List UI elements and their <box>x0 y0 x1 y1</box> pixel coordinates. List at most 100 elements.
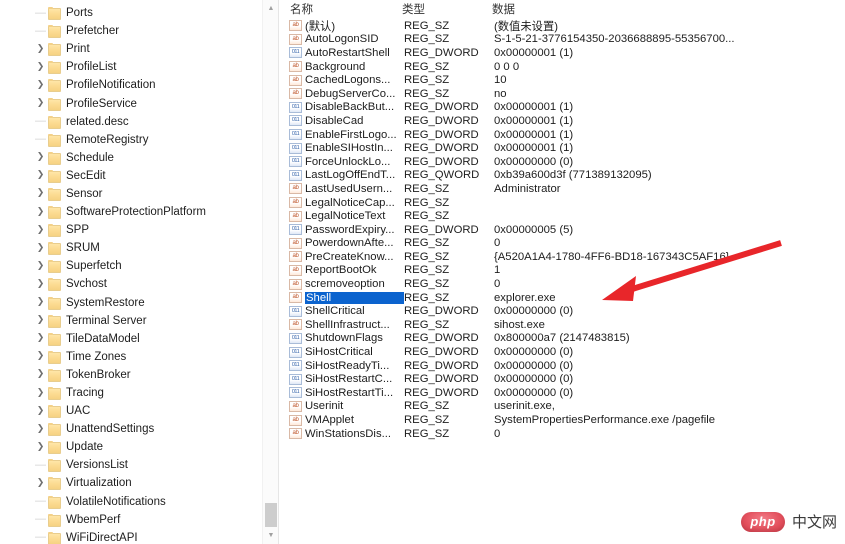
value-row[interactable]: ab LegalNoticeCap... REG_SZ <box>284 196 845 210</box>
chevron-right-icon[interactable]: ❯ <box>34 61 47 71</box>
value-row[interactable]: 011 ForceUnlockLo... REG_DWORD 0x00000000 (… <box>284 155 845 169</box>
tree-item-terminal-server[interactable]: ❯ Terminal Server <box>0 312 278 330</box>
value-row[interactable]: ab PreCreateKnow... REG_SZ {A520A1A4-1780-4… <box>284 250 845 264</box>
value-row[interactable]: 011 SiHostRestartC... REG_DWORD 0x00000000 … <box>284 372 845 386</box>
value-row[interactable]: 011 LastLogOffEndT... REG_QWORD 0xb39a600d3… <box>284 169 845 183</box>
tree-item-uac[interactable]: ❯ UAC <box>0 402 278 420</box>
value-row[interactable]: ab LegalNoticeText REG_SZ <box>284 209 845 223</box>
chevron-right-icon[interactable]: ❯ <box>34 152 47 161</box>
value-row[interactable]: ab Shell REG_SZ explorer.exe <box>284 291 845 305</box>
tree-item-wifidirectapi[interactable]: — WiFiDirectAPI <box>0 529 278 544</box>
value-row[interactable]: 011 ShutdownFlags REG_DWORD 0x800000a7 (214… <box>284 332 845 346</box>
value-row[interactable]: ab scremoveoption REG_SZ 0 <box>284 277 845 291</box>
scrollbar-thumb[interactable] <box>265 503 277 527</box>
value-name: ReportBootOk <box>305 264 377 277</box>
value-row[interactable]: ab ReportBootOk REG_SZ 1 <box>284 264 845 278</box>
value-row[interactable]: ab AutoLogonSID REG_SZ S-1-5-21-3776154350-… <box>284 33 845 47</box>
value-row[interactable]: ab ShellInfrastruct... REG_SZ sihost.exe <box>284 318 845 332</box>
tree-item-unattendsettings[interactable]: ❯ UnattendSettings <box>0 420 278 438</box>
tree-item-profilenotification[interactable]: ❯ ProfileNotification <box>0 76 278 94</box>
value-row[interactable]: 011 SiHostCritical REG_DWORD 0x00000000 (0) <box>284 345 845 359</box>
chevron-right-icon[interactable]: ❯ <box>34 477 47 487</box>
tree-item-srum[interactable]: ❯ SRUM <box>0 239 278 257</box>
tree-item-prefetcher[interactable]: — Prefetcher <box>0 22 278 40</box>
tree-item-secedit[interactable]: ❯ SecEdit <box>0 167 278 185</box>
value-row[interactable]: ab (默认) REG_SZ (数值未设置) <box>284 19 845 33</box>
value-row[interactable]: 011 PasswordExpiry... REG_DWORD 0x00000005 … <box>284 223 845 237</box>
tree-item-sensor[interactable]: ❯ Sensor <box>0 185 278 203</box>
chevron-right-icon[interactable]: ❯ <box>34 441 47 451</box>
tree-item-tracing[interactable]: ❯ Tracing <box>0 384 278 402</box>
column-header-name[interactable]: 名称 <box>284 1 402 17</box>
value-row[interactable]: ab PowerdownAfte... REG_SZ 0 <box>284 237 845 251</box>
folder-icon <box>47 278 61 292</box>
value-row[interactable]: ab WinStationsDis... REG_SZ 0 <box>284 427 845 441</box>
tree-item-virtualization[interactable]: ❯ Virtualization <box>0 474 278 492</box>
tree-vertical-scrollbar[interactable]: ▲ ▼ <box>262 0 278 544</box>
chevron-right-icon[interactable]: ❯ <box>34 387 47 397</box>
column-header-type[interactable]: 类型 <box>402 1 492 17</box>
chevron-right-icon[interactable]: ❯ <box>34 278 47 288</box>
value-row[interactable]: ab DebugServerCo... REG_SZ no <box>284 87 845 101</box>
column-header-data[interactable]: 数据 <box>492 1 845 17</box>
tree-item-related-desc[interactable]: — related.desc <box>0 113 278 131</box>
chevron-right-icon[interactable]: ❯ <box>34 242 47 252</box>
tree-item-volatilenotifications[interactable]: — VolatileNotifications <box>0 493 278 511</box>
tree-item-softwareprotectionplatform[interactable]: ❯ SoftwareProtectionPlatform <box>0 203 278 221</box>
tree-item-ports[interactable]: — Ports <box>0 4 278 22</box>
tree-item-svchost[interactable]: ❯ Svchost <box>0 275 278 293</box>
chevron-right-icon[interactable]: ❯ <box>34 297 47 306</box>
value-list-rows[interactable]: ab (默认) REG_SZ (数值未设置) ab AutoLogonSID REG_SZ S… <box>284 19 845 440</box>
scroll-down-arrow-icon[interactable]: ▼ <box>263 527 278 544</box>
tree-item-time-zones[interactable]: ❯ Time Zones <box>0 348 278 366</box>
chevron-right-icon[interactable]: ❯ <box>34 43 47 53</box>
value-row[interactable]: ab Userinit REG_SZ userinit.exe, <box>284 400 845 414</box>
tree-item-update[interactable]: ❯ Update <box>0 438 278 456</box>
tree-item-schedule[interactable]: ❯ Schedule <box>0 149 278 167</box>
value-row[interactable]: 011 EnableSIHostIn... REG_DWORD 0x00000001 … <box>284 141 845 155</box>
value-row[interactable]: 011 SiHostRestartTi... REG_DWORD 0x00000000… <box>284 386 845 400</box>
chevron-right-icon[interactable]: ❯ <box>34 423 47 433</box>
value-row[interactable]: 011 DisableBackBut... REG_DWORD 0x00000001 … <box>284 101 845 115</box>
chevron-right-icon[interactable]: ❯ <box>34 224 47 234</box>
dword-value-icon: 011 <box>289 115 302 127</box>
tree-item-profileservice[interactable]: ❯ ProfileService <box>0 94 278 112</box>
chevron-right-icon[interactable]: ❯ <box>34 351 47 360</box>
value-row[interactable]: 011 EnableFirstLogo... REG_DWORD 0x00000001… <box>284 128 845 142</box>
value-row[interactable]: ab LastUsedUsern... REG_SZ Administrator <box>284 182 845 196</box>
registry-key-tree[interactable]: — Ports — Prefetcher ❯ Print ❯ ProfileList ❯ Prof… <box>0 4 278 544</box>
chevron-right-icon[interactable]: ❯ <box>34 206 47 216</box>
value-row[interactable]: ab Background REG_SZ 0 0 0 <box>284 60 845 74</box>
chevron-right-icon[interactable]: ❯ <box>34 315 47 324</box>
tree-item-tokenbroker[interactable]: ❯ TokenBroker <box>0 366 278 384</box>
chevron-right-icon[interactable]: ❯ <box>34 260 47 270</box>
value-row[interactable]: ab CachedLogons... REG_SZ 10 <box>284 73 845 87</box>
value-row[interactable]: 011 ShellCritical REG_DWORD 0x00000000 (0) <box>284 304 845 318</box>
value-row[interactable]: 011 SiHostReadyTi... REG_DWORD 0x00000000 (… <box>284 359 845 373</box>
tree-item-remoteregistry[interactable]: — RemoteRegistry <box>0 131 278 149</box>
tree-item-print[interactable]: ❯ Print <box>0 40 278 58</box>
tree-item-spp[interactable]: ❯ SPP <box>0 221 278 239</box>
tree-item-versionslist[interactable]: — VersionsList <box>0 456 278 474</box>
registry-values-pane[interactable]: 名称 类型 数据 ab (默认) REG_SZ (数值未设置) ab AutoLogonS… <box>284 0 845 544</box>
value-row[interactable]: 011 AutoRestartShell REG_DWORD 0x00000001 (… <box>284 46 845 60</box>
tree-item-superfetch[interactable]: ❯ Superfetch <box>0 257 278 275</box>
tree-item-profilelist[interactable]: ❯ ProfileList <box>0 58 278 76</box>
chevron-right-icon[interactable]: ❯ <box>34 369 47 378</box>
chevron-right-icon[interactable]: ❯ <box>34 333 47 342</box>
chevron-right-icon[interactable]: ❯ <box>34 79 47 89</box>
value-name: VMApplet <box>305 414 354 427</box>
scroll-up-arrow-icon[interactable]: ▲ <box>263 0 278 17</box>
tree-item-label: Virtualization <box>66 477 132 490</box>
value-row[interactable]: 011 DisableCad REG_DWORD 0x00000001 (1) <box>284 114 845 128</box>
chevron-right-icon[interactable]: ❯ <box>34 170 47 179</box>
tree-item-wbemperf[interactable]: — WbemPerf <box>0 511 278 529</box>
chevron-right-icon[interactable]: ❯ <box>34 98 47 107</box>
value-row[interactable]: ab VMApplet REG_SZ SystemPropertiesPerforma… <box>284 413 845 427</box>
registry-key-tree-pane[interactable]: — Ports — Prefetcher ❯ Print ❯ ProfileList ❯ Prof… <box>0 0 278 544</box>
chevron-right-icon[interactable]: ❯ <box>34 188 47 197</box>
string-value-icon: ab <box>289 414 302 426</box>
tree-item-systemrestore[interactable]: ❯ SystemRestore <box>0 294 278 312</box>
tree-item-tiledatamodel[interactable]: ❯ TileDataModel <box>0 330 278 348</box>
chevron-right-icon[interactable]: ❯ <box>34 405 47 415</box>
